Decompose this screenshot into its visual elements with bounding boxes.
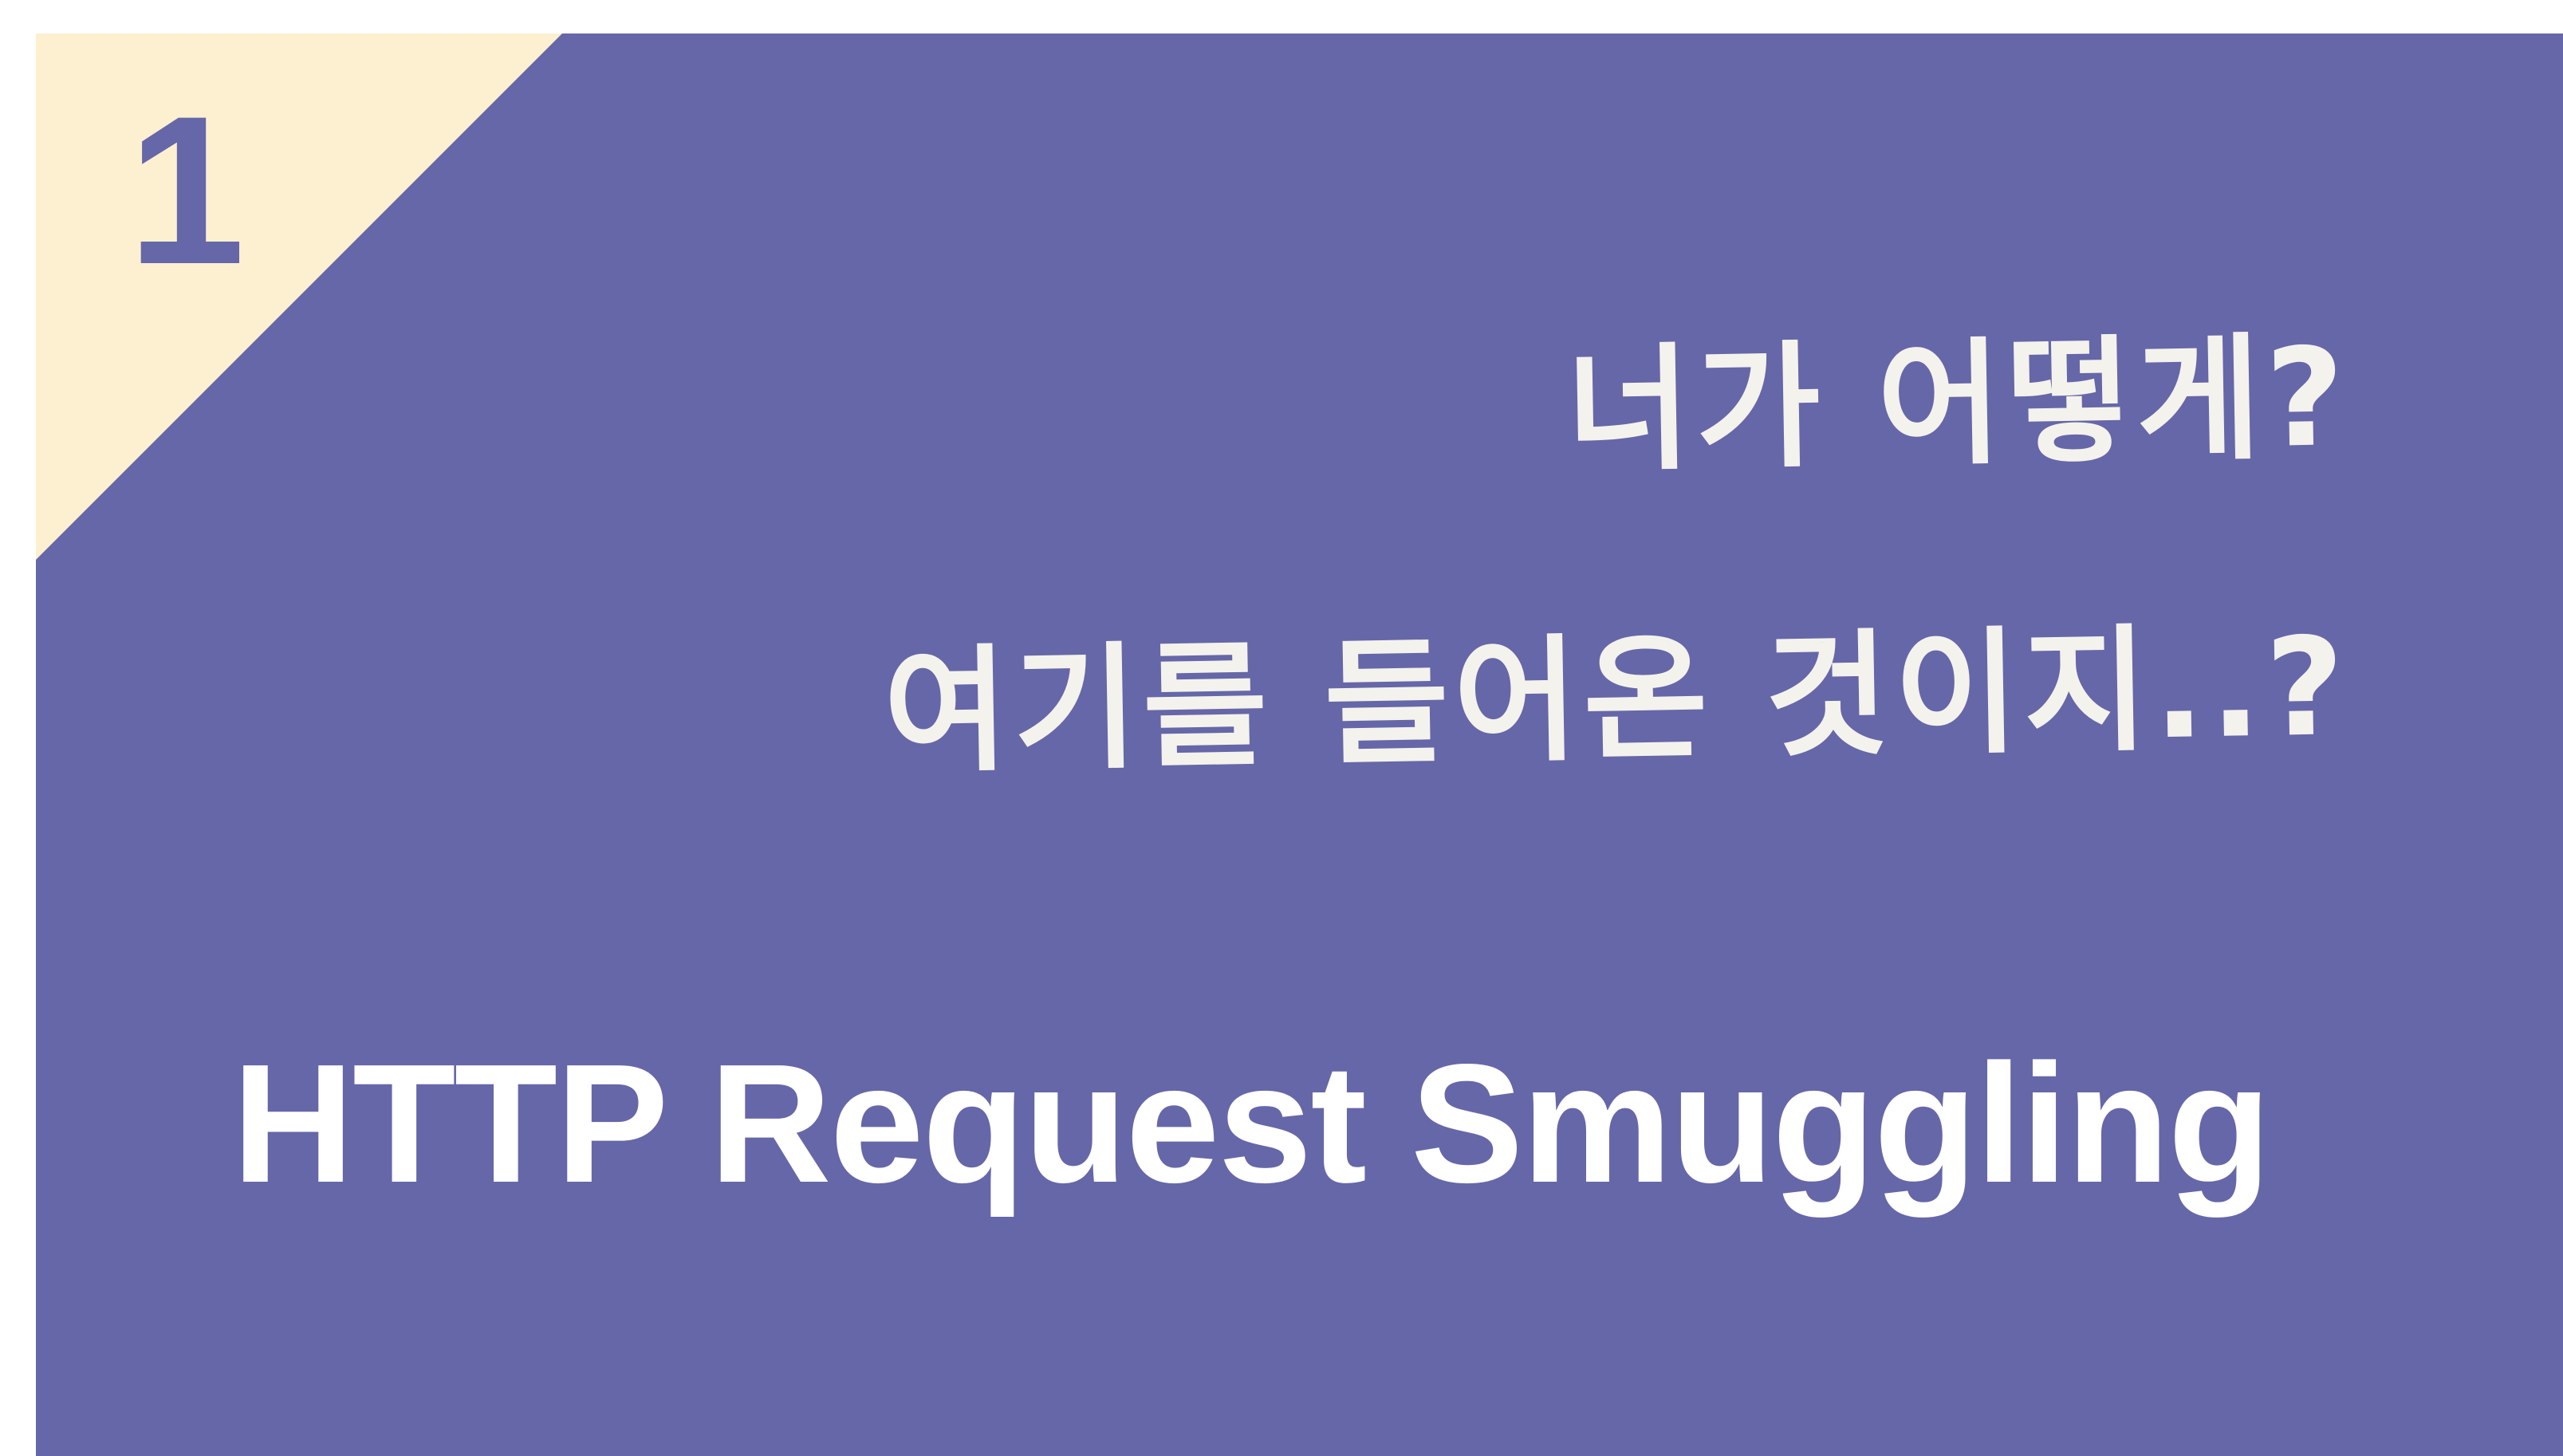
slide-number: 1 (128, 73, 246, 309)
title-slide: 1 너가 어떻게? 여기를 들어온 것이지..? HTTP Request Sm… (36, 33, 2563, 1456)
handwritten-subtitle-line2: 여기를 들어온 것이지..? (882, 608, 2351, 793)
handwritten-subtitle-line1: 너가 어떻게? (1565, 319, 2351, 491)
slide-title: HTTP Request Smuggling (232, 1029, 2271, 1218)
corner-triangle (36, 33, 562, 560)
